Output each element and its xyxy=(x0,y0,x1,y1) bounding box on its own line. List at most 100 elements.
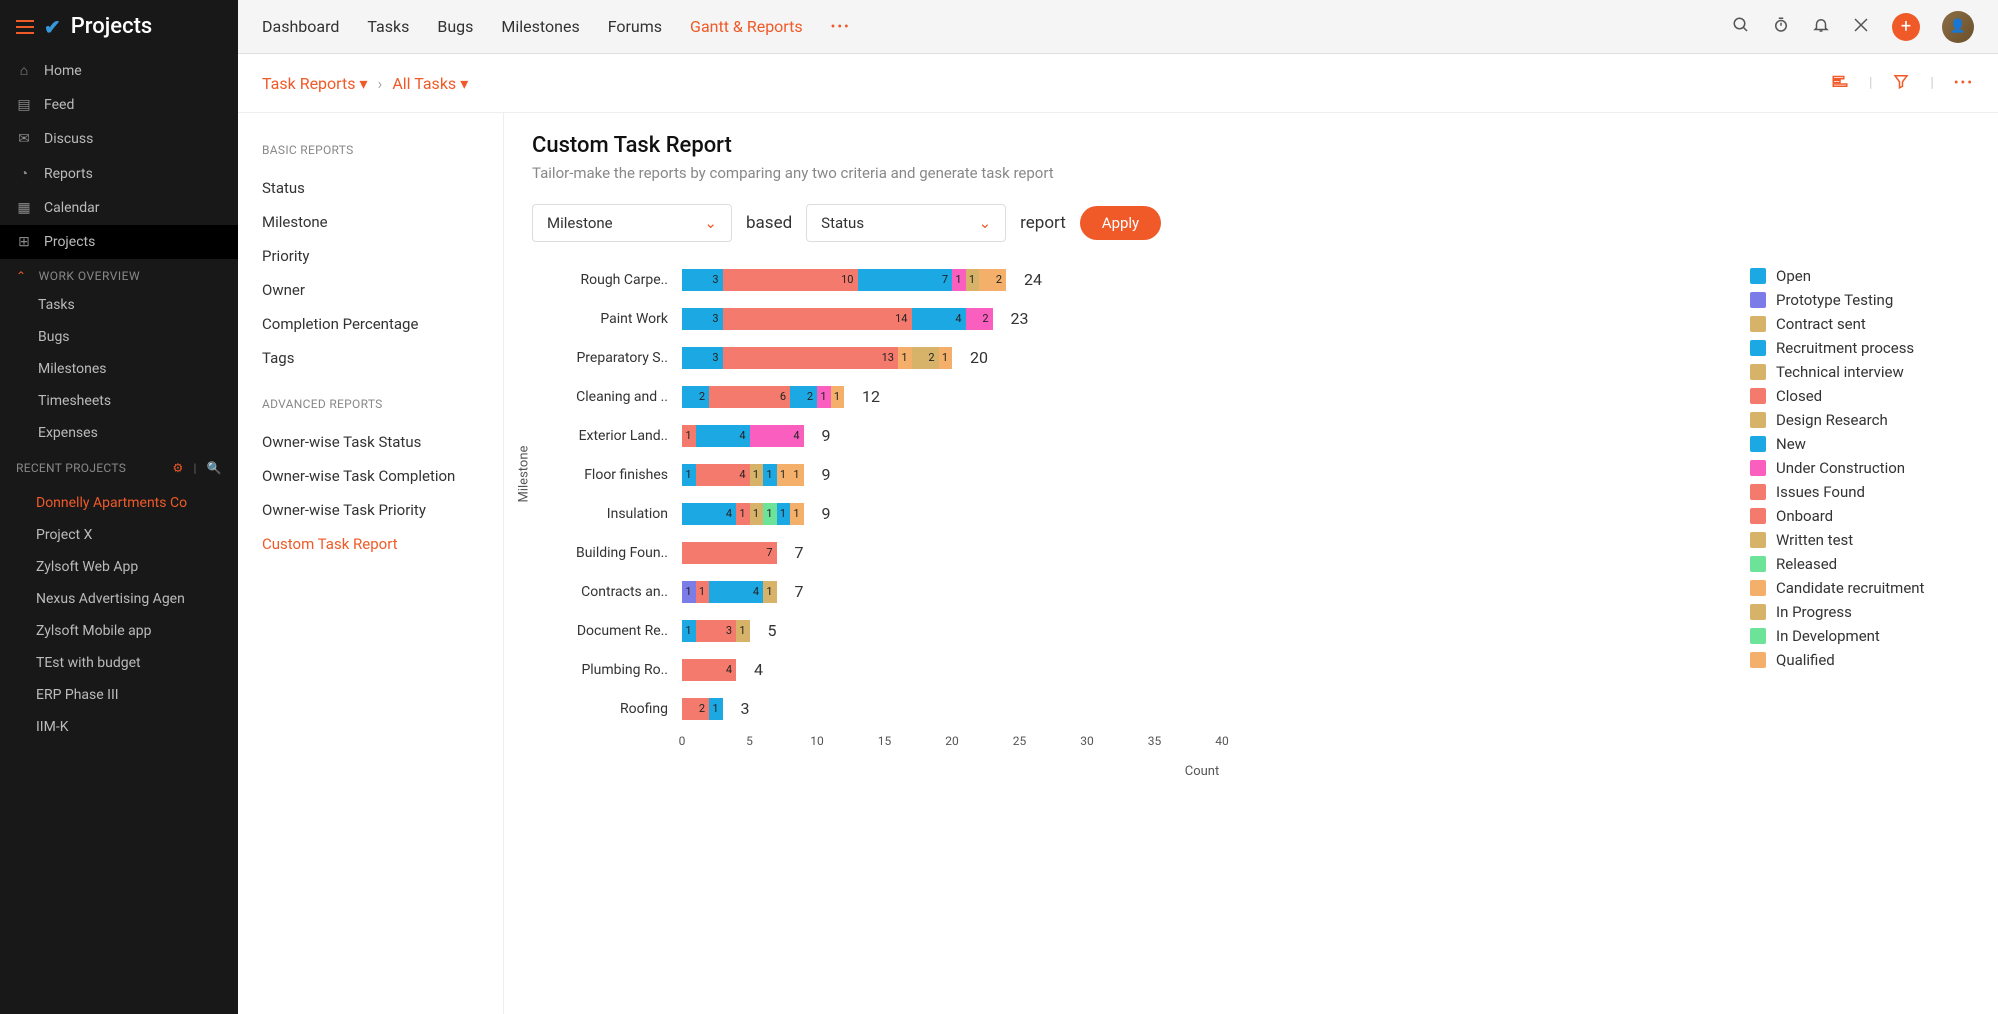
bar-segment[interactable]: 3 xyxy=(682,308,723,330)
bar-segment[interactable]: 1 xyxy=(682,620,696,642)
legend-item[interactable]: Qualified xyxy=(1750,648,1970,672)
filter-icon[interactable] xyxy=(1892,72,1910,94)
legend-item[interactable]: Closed xyxy=(1750,384,1970,408)
bar-segment[interactable]: 1 xyxy=(763,581,777,603)
legend-item[interactable]: Onboard xyxy=(1750,504,1970,528)
bar-segment[interactable]: 4 xyxy=(912,308,966,330)
legend-item[interactable]: Technical interview xyxy=(1750,360,1970,384)
add-button[interactable]: + xyxy=(1892,13,1920,41)
recent-project[interactable]: Donnelly Apartments Co xyxy=(0,487,238,519)
nav-reports[interactable]: ◔Reports xyxy=(0,156,238,191)
bar-segment[interactable]: 14 xyxy=(723,308,912,330)
legend-item[interactable]: In Development xyxy=(1750,624,1970,648)
bar-segment[interactable]: 1 xyxy=(736,620,750,642)
legend-item[interactable]: New xyxy=(1750,432,1970,456)
search-icon[interactable]: 🔍 xyxy=(207,461,222,475)
bar-segment[interactable]: 1 xyxy=(898,347,912,369)
work-overview-header[interactable]: ⌃ WORK OVERVIEW xyxy=(0,259,238,289)
bar-segment[interactable]: 3 xyxy=(682,347,723,369)
bar-segment[interactable]: 2 xyxy=(912,347,939,369)
tab-gantt-reports[interactable]: Gantt & Reports xyxy=(690,1,803,52)
advanced-report-link[interactable]: Custom Task Report xyxy=(262,527,479,561)
filter-icon[interactable]: ⚙ xyxy=(172,461,183,475)
legend-item[interactable]: Contract sent xyxy=(1750,312,1970,336)
work-item-tasks[interactable]: Tasks xyxy=(0,289,238,321)
recent-project[interactable]: Nexus Advertising Agen xyxy=(0,583,238,615)
nav-home[interactable]: ⌂Home xyxy=(0,53,238,88)
work-item-timesheets[interactable]: Timesheets xyxy=(0,385,238,417)
basic-report-link[interactable]: Status xyxy=(262,171,479,205)
legend-item[interactable]: Released xyxy=(1750,552,1970,576)
bell-icon[interactable] xyxy=(1812,16,1830,38)
tab-forums[interactable]: Forums xyxy=(608,1,662,52)
bar-segment[interactable]: 1 xyxy=(790,503,804,525)
bar-segment[interactable]: 1 xyxy=(763,503,777,525)
more-tabs-icon[interactable]: ••• xyxy=(831,19,851,35)
bar-segment[interactable]: 13 xyxy=(723,347,899,369)
bar-segment[interactable]: 4 xyxy=(696,425,750,447)
bar-segment[interactable]: 1 xyxy=(831,386,845,408)
bar-segment[interactable]: 1 xyxy=(709,698,723,720)
bar-segment[interactable]: 4 xyxy=(682,659,736,681)
work-item-milestones[interactable]: Milestones xyxy=(0,353,238,385)
recent-project[interactable]: Zylsoft Mobile app xyxy=(0,615,238,647)
bar-segment[interactable]: 2 xyxy=(966,308,993,330)
bar-segment[interactable]: 2 xyxy=(682,698,709,720)
select-criterion-1[interactable]: Milestone ⌄ xyxy=(532,204,732,242)
bar-segment[interactable]: 1 xyxy=(966,269,980,291)
recent-project[interactable]: ERP Phase III xyxy=(0,679,238,711)
avatar[interactable]: 👤 xyxy=(1942,11,1974,43)
legend-item[interactable]: Open xyxy=(1750,264,1970,288)
tools-icon[interactable] xyxy=(1852,16,1870,38)
bar-segment[interactable]: 6 xyxy=(709,386,790,408)
nav-projects[interactable]: ⊞Projects xyxy=(0,225,238,259)
recent-project[interactable]: Project X xyxy=(0,519,238,551)
work-item-expenses[interactable]: Expenses xyxy=(0,417,238,449)
bar-segment[interactable]: 10 xyxy=(723,269,858,291)
bar-segment[interactable]: 1 xyxy=(939,347,953,369)
legend-item[interactable]: Prototype Testing xyxy=(1750,288,1970,312)
bar-segment[interactable]: 1 xyxy=(736,503,750,525)
hamburger-icon[interactable] xyxy=(16,20,34,34)
bar-segment[interactable]: 1 xyxy=(777,503,791,525)
legend-item[interactable]: Candidate recruitment xyxy=(1750,576,1970,600)
nav-feed[interactable]: ▤Feed xyxy=(0,88,238,122)
legend-item[interactable]: Design Research xyxy=(1750,408,1970,432)
breadcrumb-level2[interactable]: All Tasks ▾ xyxy=(392,74,468,93)
bar-segment[interactable]: 1 xyxy=(750,503,764,525)
bar-segment[interactable]: 2 xyxy=(682,386,709,408)
bar-segment[interactable]: 4 xyxy=(696,464,750,486)
bar-segment[interactable]: 7 xyxy=(858,269,953,291)
bar-segment[interactable]: 1 xyxy=(682,464,696,486)
tab-tasks[interactable]: Tasks xyxy=(367,1,409,52)
recent-project[interactable]: TEst with budget xyxy=(0,647,238,679)
tab-bugs[interactable]: Bugs xyxy=(437,1,473,52)
nav-calendar[interactable]: ▦Calendar xyxy=(0,191,238,225)
bar-segment[interactable]: 1 xyxy=(817,386,831,408)
bar-segment[interactable]: 1 xyxy=(682,425,696,447)
bar-segment[interactable]: 2 xyxy=(979,269,1006,291)
recent-project[interactable]: IIM-K xyxy=(0,711,238,743)
advanced-report-link[interactable]: Owner-wise Task Priority xyxy=(262,493,479,527)
legend-item[interactable]: In Progress xyxy=(1750,600,1970,624)
basic-report-link[interactable]: Milestone xyxy=(262,205,479,239)
breadcrumb-level1[interactable]: Task Reports ▾ xyxy=(262,74,368,93)
bar-segment[interactable]: 2 xyxy=(790,386,817,408)
legend-item[interactable]: Under Construction xyxy=(1750,456,1970,480)
bar-segment[interactable]: 1 xyxy=(790,464,804,486)
bar-segment[interactable]: 7 xyxy=(682,542,777,564)
apply-button[interactable]: Apply xyxy=(1080,206,1161,240)
advanced-report-link[interactable]: Owner-wise Task Status xyxy=(262,425,479,459)
search-icon[interactable] xyxy=(1732,16,1750,38)
tab-milestones[interactable]: Milestones xyxy=(501,1,579,52)
bar-segment[interactable]: 1 xyxy=(750,464,764,486)
bar-segment[interactable]: 1 xyxy=(763,464,777,486)
bar-segment[interactable]: 3 xyxy=(682,269,723,291)
advanced-report-link[interactable]: Owner-wise Task Completion xyxy=(262,459,479,493)
legend-item[interactable]: Written test xyxy=(1750,528,1970,552)
bar-segment[interactable]: 1 xyxy=(696,581,710,603)
bar-segment[interactable]: 1 xyxy=(682,581,696,603)
tab-dashboard[interactable]: Dashboard xyxy=(262,1,339,52)
timer-icon[interactable] xyxy=(1772,16,1790,38)
work-item-bugs[interactable]: Bugs xyxy=(0,321,238,353)
